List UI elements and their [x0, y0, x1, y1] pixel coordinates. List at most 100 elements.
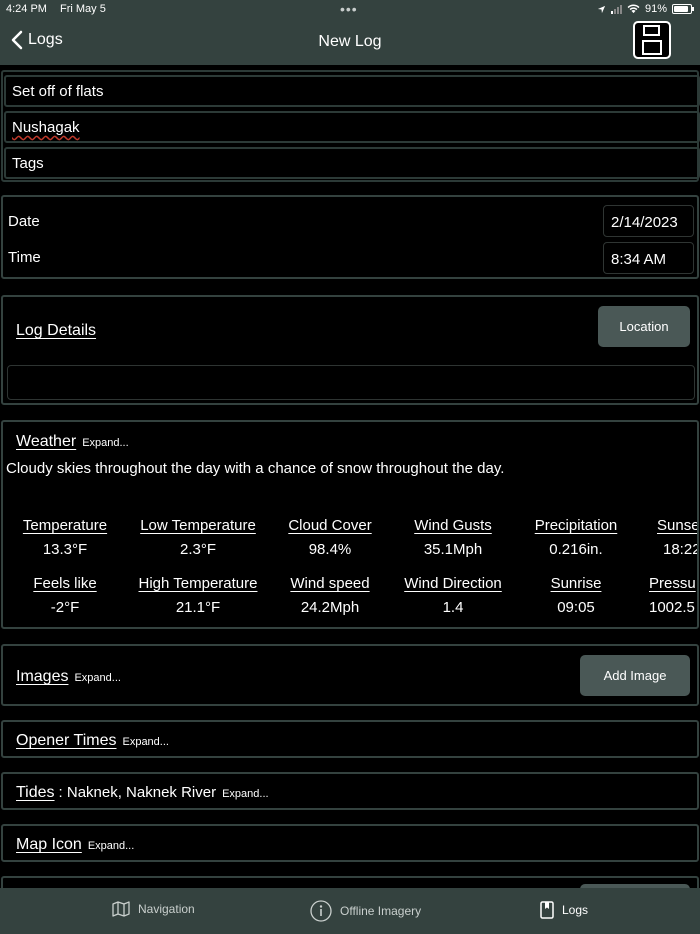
datetime-section: Date 2/14/2023 Time 8:34 AM — [1, 195, 699, 279]
status-indicators: 91% — [597, 3, 694, 15]
stat-value: 13.3°F — [42, 541, 88, 558]
opener-times-header[interactable]: Opener Times Expand... — [16, 732, 169, 750]
stat-label: High Temperature — [138, 575, 258, 592]
save-button[interactable] — [633, 21, 671, 59]
date-label: Date — [8, 213, 40, 230]
weather-section: Weather Expand... Cloudy skies throughout… — [1, 420, 699, 629]
time-label: Time — [8, 249, 41, 266]
location-button[interactable]: Location — [598, 306, 690, 347]
stat-label: Pressu — [649, 575, 696, 592]
weather-stat: Wind Gusts 35.1Mph — [398, 517, 508, 558]
stat-value: 98.4% — [308, 541, 352, 558]
weather-stat: Sunse 18:22 — [657, 517, 699, 558]
multitask-dots-icon[interactable]: ••• — [340, 1, 358, 17]
stat-value: 09:05 — [557, 599, 595, 616]
opener-times-section[interactable]: Opener Times Expand... — [1, 720, 699, 758]
map-icon-heading: Map Icon — [16, 836, 82, 853]
images-heading: Images — [16, 668, 69, 685]
weather-stat: Wind Direction 1.4 — [398, 575, 508, 616]
stat-value: -2°F — [50, 599, 80, 616]
map-icon-section[interactable]: Map Icon Expand... — [1, 824, 699, 862]
opener-times-expand: Expand... — [122, 736, 169, 748]
status-date: Fri May 5 — [60, 3, 106, 15]
wifi-icon — [627, 4, 640, 14]
stat-value: 0.216in. — [549, 541, 603, 558]
status-time: 4:24 PM — [6, 3, 47, 15]
stat-value: 2.3°F — [179, 541, 216, 558]
stat-label: Temperature — [22, 517, 108, 534]
weather-stat: Cloud Cover 98.4% — [275, 517, 385, 558]
tides-station: : Naknek, Naknek River — [58, 784, 217, 801]
back-button[interactable]: Logs — [10, 30, 63, 50]
stat-label: Wind Direction — [404, 575, 502, 592]
tab-offline-imagery[interactable]: Offline Imagery — [310, 900, 421, 922]
images-header[interactable]: Images Expand... — [16, 668, 121, 686]
weather-header[interactable]: Weather Expand... — [16, 433, 129, 451]
log-title-value: Set off of flats — [12, 83, 104, 100]
log-title-field[interactable]: Set off of flats — [4, 75, 700, 107]
book-icon — [540, 901, 554, 919]
images-section: Images Expand... Add Image — [1, 644, 699, 706]
map-icon-header[interactable]: Map Icon Expand... — [16, 836, 134, 854]
tab-bar: Navigation Offline Imagery Logs — [0, 888, 700, 934]
tides-heading: Tides — [16, 784, 55, 801]
stat-label: Sunse — [657, 517, 699, 534]
log-location-field[interactable]: Nushagak — [4, 111, 700, 143]
weather-stat: Low Temperature 2.3°F — [133, 517, 263, 558]
stat-label: Wind Gusts — [414, 517, 492, 534]
map-icon-expand: Expand... — [87, 840, 135, 852]
battery-icon — [672, 4, 694, 14]
stat-label: Precipitation — [534, 517, 618, 534]
weather-stat: High Temperature 21.1°F — [133, 575, 263, 616]
title-fields-group: Set off of flats Nushagak Tags — [1, 70, 700, 182]
top-bar: 4:24 PM Fri May 5 ••• 91% Logs New Log — [0, 0, 700, 65]
location-arrow-icon — [597, 5, 606, 13]
stat-label: Cloud Cover — [288, 517, 372, 534]
info-icon — [310, 900, 332, 922]
stat-value: 35.1Mph — [423, 541, 483, 558]
battery-percent: 91% — [644, 3, 667, 15]
log-details-heading: Log Details — [16, 322, 97, 339]
stat-value: 1002.5 — [649, 599, 695, 616]
weather-stat: Feels like -2°F — [5, 575, 125, 616]
tides-header[interactable]: Tides: Naknek, Naknek River Expand... — [16, 784, 269, 802]
weather-expand: Expand... — [82, 437, 129, 449]
weather-stat: Precipitation 0.216in. — [521, 517, 631, 558]
add-image-button[interactable]: Add Image — [580, 655, 690, 696]
floppy-disk-icon — [642, 25, 662, 55]
back-label: Logs — [28, 31, 63, 48]
weather-stat: Wind speed 24.2Mph — [275, 575, 385, 616]
tags-field[interactable]: Tags — [4, 147, 700, 179]
weather-summary: Cloudy skies throughout the day with a c… — [6, 460, 505, 477]
map-icon — [112, 901, 130, 917]
log-details-section: Log Details Location — [1, 295, 699, 405]
date-picker[interactable]: 2/14/2023 — [603, 205, 694, 237]
log-location-value: Nushagak — [12, 119, 80, 136]
stat-value: 1.4 — [442, 599, 464, 616]
page-title: New Log — [318, 33, 382, 50]
stat-value: 18:22 — [663, 541, 699, 558]
images-expand: Expand... — [74, 672, 121, 684]
tab-logs[interactable]: Logs — [540, 901, 588, 919]
tides-expand: Expand... — [222, 788, 269, 800]
time-picker[interactable]: 8:34 AM — [603, 242, 694, 274]
tab-offline-imagery-label: Offline Imagery — [340, 904, 422, 918]
opener-times-heading: Opener Times — [16, 732, 117, 749]
weather-stat: Temperature 13.3°F — [5, 517, 125, 558]
tags-placeholder: Tags — [12, 155, 44, 172]
log-details-input[interactable] — [7, 365, 695, 400]
tab-navigation[interactable]: Navigation — [112, 901, 195, 917]
tides-section[interactable]: Tides: Naknek, Naknek River Expand... — [1, 772, 699, 810]
stat-label: Sunrise — [550, 575, 602, 592]
chevron-left-icon — [11, 30, 23, 50]
tab-navigation-label: Navigation — [138, 902, 195, 916]
weather-stat: Sunrise 09:05 — [521, 575, 631, 616]
stat-label: Feels like — [33, 575, 97, 592]
stat-value: 24.2Mph — [300, 599, 360, 616]
stat-label: Wind speed — [290, 575, 370, 592]
tab-logs-label: Logs — [562, 903, 589, 917]
stat-label: Low Temperature — [140, 517, 256, 534]
weather-heading: Weather — [16, 433, 77, 450]
cell-signal-icon — [610, 4, 622, 14]
stat-value: 21.1°F — [175, 599, 221, 616]
